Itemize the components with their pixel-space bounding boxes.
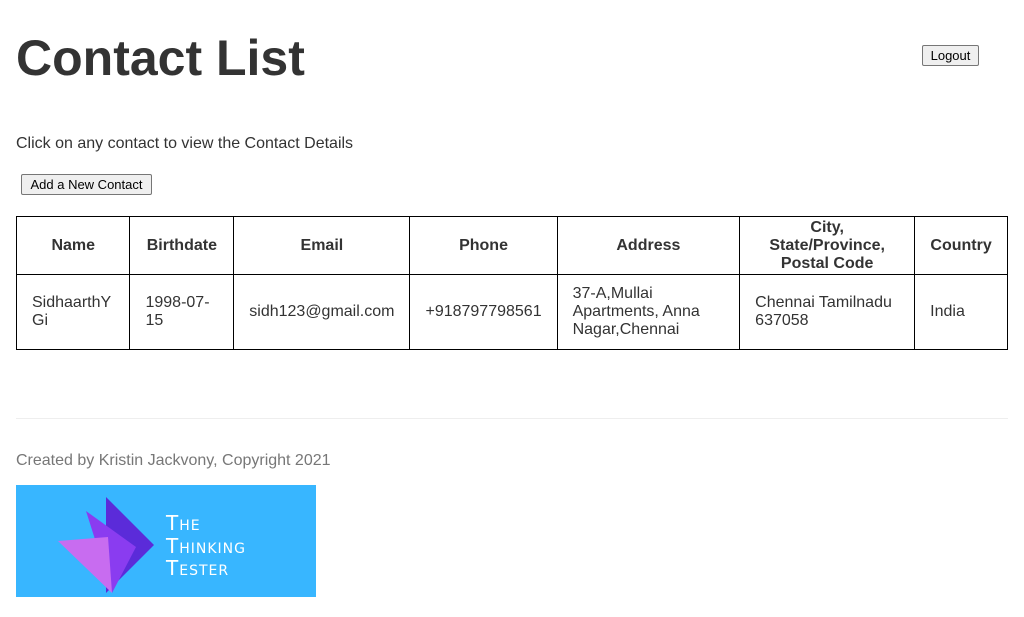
contact-list-page: Contact List Logout Click on any contact… [0,0,1024,617]
column-header-address: Address [556,216,741,275]
copyright-text: Created by Kristin Jackvony, Copyright 2… [16,452,331,469]
column-header-email: Email [233,216,411,275]
contact-phone-cell[interactable]: +918797798561 [409,274,558,350]
column-header-birthdate: Birthdate [129,216,235,275]
thinking-tester-logo: The Thinking Tester [16,485,316,597]
contacts-table: Name Birthdate Email Phone Address City,… [15,216,1008,350]
contact-birthdate-cell[interactable]: 1998-07-15 [129,274,235,350]
logo-text: The Thinking Tester [166,511,246,580]
logout-button[interactable]: Logout [922,45,979,66]
contact-name-cell[interactable]: SidhaarthYGi [15,274,131,350]
add-contact-button[interactable]: Add a New Contact [21,174,152,195]
column-header-phone: Phone [409,216,558,275]
contact-email-cell[interactable]: sidh123@gmail.com [233,274,411,350]
footer-divider [16,418,1008,419]
table-header-row: Name Birthdate Email Phone Address City,… [15,216,1008,275]
page-title: Contact List [16,30,305,86]
column-header-name: Name [15,216,131,275]
instructions-text: Click on any contact to view the Contact… [16,135,354,152]
contact-country-cell[interactable]: India [914,274,1008,350]
contact-address-cell[interactable]: 37-A,Mullai Apartments, Anna Nagar,Chenn… [556,274,741,350]
table-row[interactable]: SidhaarthYGi 1998-07-15 sidh123@gmail.co… [15,274,1008,350]
contact-city-state-postal-cell[interactable]: Chennai Tamilnadu 637058 [739,274,916,350]
column-header-city-state-postal: City, State/Province, Postal Code [739,216,916,275]
column-header-country: Country [914,216,1008,275]
